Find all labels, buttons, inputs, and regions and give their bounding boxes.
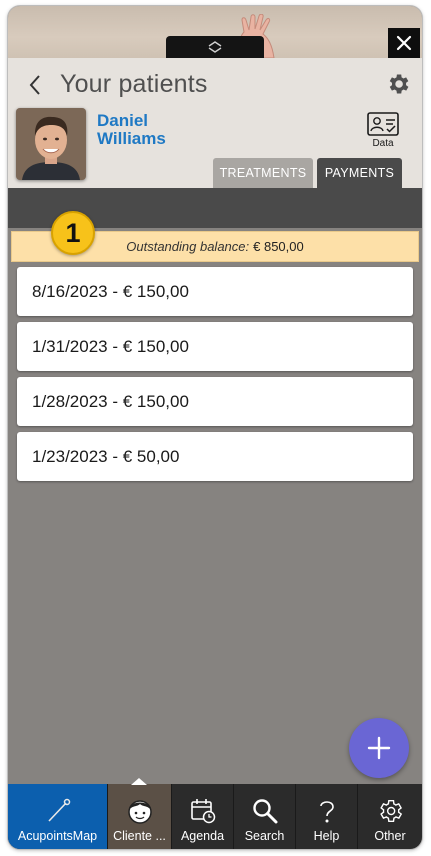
nav-help[interactable]: Help <box>296 784 358 849</box>
nav-label: AcupointsMap <box>17 829 98 843</box>
patient-first-name: Daniel <box>97 111 149 130</box>
payment-row[interactable]: 1/31/2023 - € 150,00 <box>17 322 413 371</box>
nav-label: Other <box>374 829 406 843</box>
id-card-icon <box>367 112 399 136</box>
payment-row[interactable]: 8/16/2023 - € 150,00 <box>17 267 413 316</box>
settings-button[interactable] <box>385 71 411 97</box>
search-icon <box>249 796 281 826</box>
data-button[interactable]: Data <box>366 112 400 156</box>
patient-name[interactable]: Daniel Williams <box>97 112 217 148</box>
nav-label: Agenda <box>180 829 225 843</box>
needle-icon <box>42 796 74 826</box>
top-photo-strip <box>8 6 422 58</box>
tab-payments[interactable]: PAYMENTS <box>317 158 402 188</box>
app-window: Your patients Daniel Williams Data TREAT… <box>8 6 422 849</box>
nav-acupoints-map[interactable]: AcupointsMap <box>8 784 108 849</box>
nav-label: Cliente ... <box>113 829 166 843</box>
gear-icon <box>374 796 406 826</box>
patient-photo-icon <box>16 108 86 180</box>
tab-treatments[interactable]: TREATMENTS <box>213 158 313 188</box>
payment-list: 8/16/2023 - € 150,00 1/31/2023 - € 150,0… <box>17 267 413 487</box>
nav-clients[interactable]: Cliente ... <box>108 784 172 849</box>
expand-chevron-icon <box>208 41 222 53</box>
step-badge: 1 <box>51 211 95 255</box>
nav-agenda[interactable]: Agenda <box>172 784 234 849</box>
plus-icon <box>367 736 391 760</box>
balance-label: Outstanding balance: <box>126 239 250 254</box>
bottom-nav: AcupointsMap Cliente ... Agenda Search H… <box>8 784 422 849</box>
payment-row[interactable]: 1/28/2023 - € 150,00 <box>17 377 413 426</box>
balance-amount: € 850,00 <box>253 239 304 254</box>
add-payment-button[interactable] <box>349 718 409 778</box>
active-nav-caret <box>131 778 147 785</box>
back-button[interactable] <box>24 72 48 98</box>
nav-label: Search <box>244 829 285 843</box>
nav-label: Help <box>313 829 340 843</box>
calendar-icon <box>187 796 219 826</box>
help-icon <box>311 796 343 826</box>
patient-last-name: Williams <box>97 129 166 148</box>
nav-search[interactable]: Search <box>234 784 296 849</box>
patient-avatar[interactable] <box>16 108 86 180</box>
close-icon <box>396 35 412 51</box>
payment-row[interactable]: 1/23/2023 - € 50,00 <box>17 432 413 481</box>
chevron-left-icon <box>29 75 40 95</box>
page-title: Your patients <box>60 70 208 98</box>
client-face-icon <box>124 796 156 826</box>
nav-other[interactable]: Other <box>358 784 422 849</box>
data-label: Data <box>372 138 394 149</box>
gear-icon <box>389 74 409 94</box>
drag-handle[interactable] <box>166 36 264 58</box>
close-button[interactable] <box>388 28 420 58</box>
patient-header: Your patients Daniel Williams Data TREAT… <box>8 58 422 188</box>
